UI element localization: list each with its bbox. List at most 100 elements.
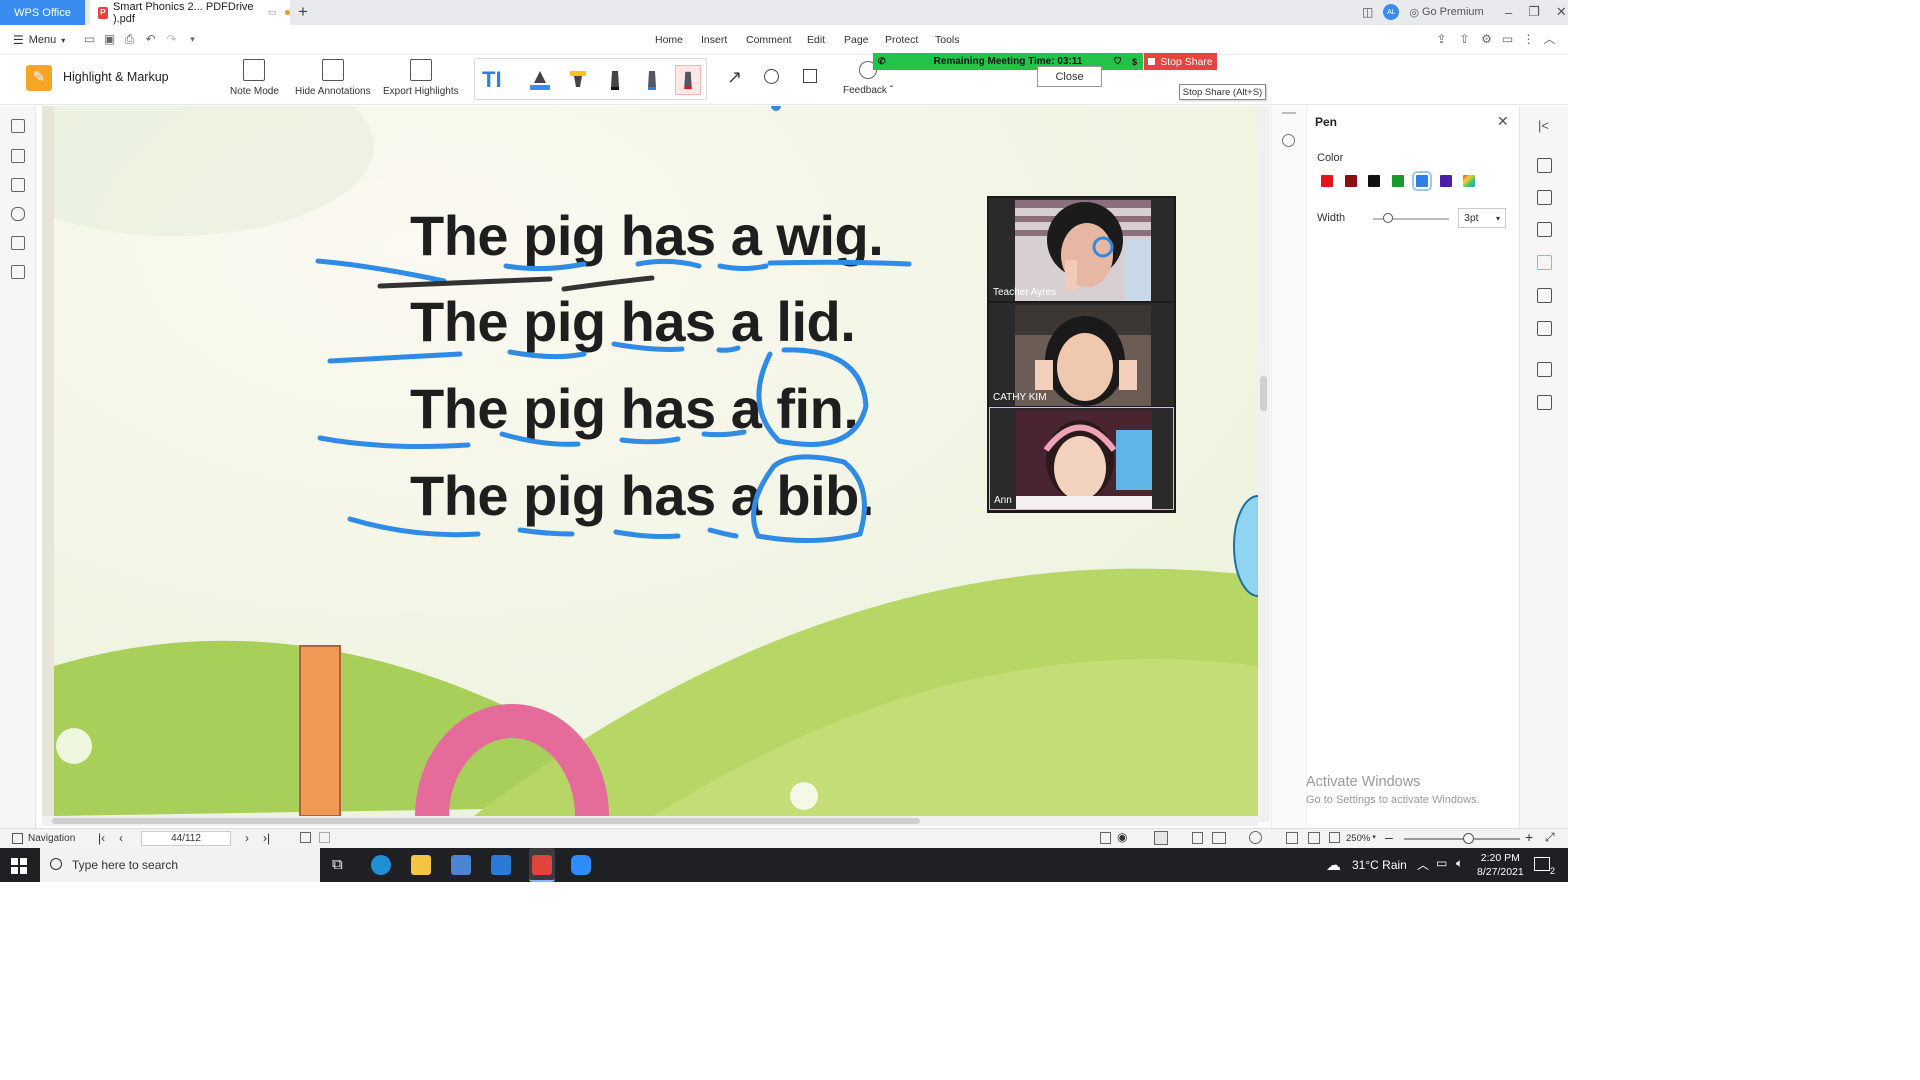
export-pdf-icon[interactable] xyxy=(1100,832,1111,844)
microsoft-store-icon[interactable] xyxy=(451,855,471,875)
menu-insert[interactable]: Insert xyxy=(701,34,727,46)
pen-black-icon[interactable] xyxy=(602,65,628,95)
menu-home[interactable]: Home xyxy=(655,34,683,46)
play-icon[interactable] xyxy=(1249,831,1262,844)
undo-icon[interactable]: ↶ xyxy=(144,33,157,46)
horizontal-scrollbar[interactable] xyxy=(42,816,1258,826)
wps-office-tab[interactable]: WPS Office xyxy=(0,0,85,25)
settings-gear-icon[interactable]: ⚙ xyxy=(1480,33,1493,46)
video-tile-teacher[interactable]: Teacher Ayres xyxy=(989,198,1174,301)
layout-icon[interactable]: ◫ xyxy=(1362,5,1373,19)
width-slider[interactable] xyxy=(1373,213,1449,223)
wps-taskbar-icon[interactable] xyxy=(529,848,555,882)
color-swatch[interactable] xyxy=(1439,175,1452,187)
taskbar-search-box[interactable]: Type here to search xyxy=(40,848,320,882)
comments-icon[interactable] xyxy=(11,178,25,192)
save-icon[interactable]: ▣ xyxy=(103,33,116,46)
last-page-icon[interactable]: ›| xyxy=(263,831,270,845)
close-button[interactable]: Close xyxy=(1037,66,1102,87)
minimize-icon[interactable]: – xyxy=(1505,5,1512,20)
convert-icon[interactable] xyxy=(1537,222,1552,237)
windows-start-icon[interactable] xyxy=(11,858,27,874)
collapse-panel-icon[interactable]: |< xyxy=(1538,118,1549,133)
hide-annotations-button[interactable]: Hide Annotations xyxy=(295,59,371,97)
first-page-icon[interactable]: |‹ xyxy=(98,831,105,845)
show-hidden-icons[interactable]: ︿ xyxy=(1417,856,1429,873)
fit-page-icon[interactable] xyxy=(1308,832,1320,844)
comment-icon[interactable]: ▭ xyxy=(1501,33,1514,46)
rectangle-tool-icon[interactable] xyxy=(803,69,817,83)
more-options-icon[interactable]: ⋮ xyxy=(1522,33,1535,46)
crop-page-icon[interactable] xyxy=(1537,395,1552,410)
zoom-app-icon[interactable] xyxy=(571,855,591,875)
vertical-scroll-thumb[interactable] xyxy=(1260,376,1267,411)
circle-tool-icon[interactable] xyxy=(764,69,779,84)
next-page-icon[interactable]: › xyxy=(245,831,249,845)
color-swatch[interactable] xyxy=(1411,171,1432,191)
zoom-slider-thumb[interactable] xyxy=(1462,833,1474,844)
color-swatch[interactable] xyxy=(1392,175,1405,187)
zoom-slider[interactable] xyxy=(1404,833,1520,844)
pen-red-icon[interactable] xyxy=(675,65,701,95)
stop-share-button[interactable]: Stop Share xyxy=(1144,53,1217,70)
go-premium-link[interactable]: ◎ Go Premium xyxy=(1409,6,1483,19)
network-icon[interactable]: ▭ xyxy=(1436,856,1447,870)
width-slider-thumb[interactable] xyxy=(1383,213,1394,223)
zoom-select[interactable]: 250% ▾ xyxy=(1346,833,1376,844)
clock[interactable]: 2:20 PM 8/27/2021 xyxy=(1477,851,1524,879)
export-highlights-button[interactable]: Export Highlights xyxy=(383,59,459,97)
color-swatch[interactable] xyxy=(1344,175,1357,187)
width-select[interactable]: 3pt ▾ xyxy=(1458,208,1506,228)
customize-toolbar-icon[interactable]: ▾ xyxy=(186,33,199,46)
columns-icon[interactable] xyxy=(1537,321,1552,336)
video-tile-ann[interactable]: Ann xyxy=(989,407,1174,510)
highlighter-icon[interactable] xyxy=(565,65,591,95)
fit-width-icon[interactable] xyxy=(1286,832,1298,844)
vertical-scrollbar[interactable] xyxy=(1258,106,1270,822)
zoom-out-icon[interactable]: – xyxy=(1385,829,1393,845)
redo-icon[interactable]: ↷ xyxy=(165,33,178,46)
two-page-icon[interactable] xyxy=(1212,832,1226,844)
drag-handle-icon[interactable] xyxy=(1282,112,1296,114)
arrow-tool-icon[interactable]: ↗ xyxy=(727,67,742,88)
horizontal-scroll-thumb[interactable] xyxy=(52,818,920,824)
bookmark-icon[interactable] xyxy=(11,119,25,133)
next-view-icon[interactable] xyxy=(319,832,330,843)
restore-icon[interactable]: ❐ xyxy=(1528,4,1540,20)
main-menu-button[interactable]: ☰ Menu ▾ xyxy=(13,33,65,47)
zoom-in-icon[interactable]: + xyxy=(1525,829,1533,845)
menu-page[interactable]: Page xyxy=(844,34,869,46)
print-side-icon[interactable] xyxy=(1537,362,1552,377)
search-icon[interactable] xyxy=(1282,134,1295,147)
pen-blue-icon[interactable] xyxy=(639,65,665,95)
menu-comment[interactable]: Comment xyxy=(746,34,792,46)
continuous-page-icon[interactable] xyxy=(1192,832,1203,844)
signature-icon[interactable] xyxy=(11,236,25,250)
video-tile-cathy[interactable]: CATHY KIM xyxy=(989,303,1174,406)
mail-icon[interactable] xyxy=(491,855,511,875)
video-participants-panel[interactable]: Teacher Ayres CATHY KIM Ann xyxy=(987,196,1176,513)
new-tab-button[interactable]: + xyxy=(298,2,308,22)
notification-icon[interactable]: 2 xyxy=(1534,857,1555,876)
color-swatch[interactable] xyxy=(1321,175,1333,187)
file-explorer-icon[interactable] xyxy=(411,855,431,875)
single-page-icon[interactable] xyxy=(1154,831,1168,845)
text-tool-icon[interactable]: TI xyxy=(482,65,508,95)
color-swatch[interactable] xyxy=(1463,175,1476,187)
volume-icon[interactable]: 🔈︎ xyxy=(1456,856,1463,871)
share-icon[interactable]: ⇪ xyxy=(1435,33,1448,46)
task-view-icon[interactable]: ⧉ xyxy=(332,856,343,873)
close-window-icon[interactable]: ✕ xyxy=(1556,4,1567,20)
previous-view-icon[interactable] xyxy=(300,832,311,843)
edit-document-icon[interactable] xyxy=(1537,158,1552,173)
export-icon[interactable]: ⇧ xyxy=(1458,33,1471,46)
avatar[interactable]: AL xyxy=(1383,4,1400,20)
handwriting-icon[interactable] xyxy=(11,265,25,279)
edge-browser-icon[interactable] xyxy=(371,855,391,875)
attachment-icon[interactable] xyxy=(11,207,25,221)
signature-pen-icon[interactable] xyxy=(1537,288,1552,303)
open-folder-icon[interactable]: ▭ xyxy=(83,33,96,46)
weather-text[interactable]: 31°C Rain xyxy=(1352,858,1407,872)
edit-text-icon[interactable] xyxy=(1537,190,1552,205)
thumbnail-icon[interactable] xyxy=(11,149,25,163)
